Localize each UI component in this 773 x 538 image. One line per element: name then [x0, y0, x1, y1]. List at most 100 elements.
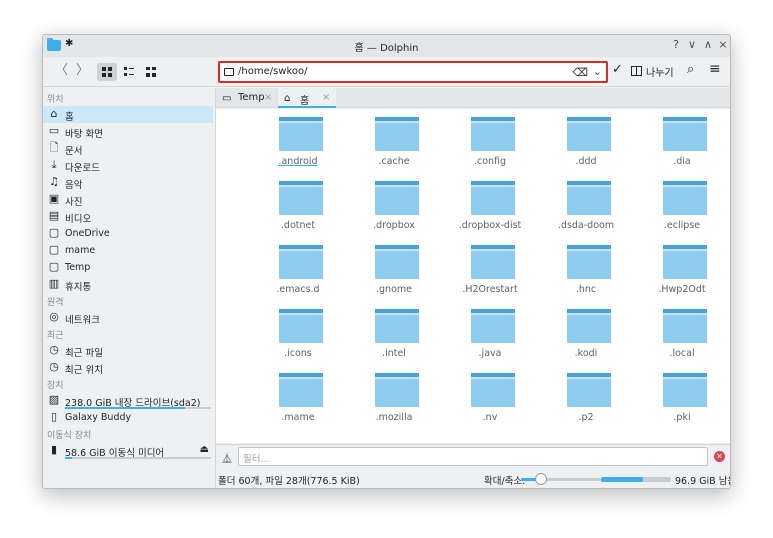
- folder-icon: [567, 181, 611, 215]
- sidebar-item[interactable]: ◷ 최근 파일: [43, 342, 213, 360]
- folder-name: .H2Orestart: [462, 284, 518, 295]
- folder-body: [375, 185, 419, 215]
- folder-item[interactable]: .emacs.d: [250, 239, 346, 305]
- folder-item[interactable]: .java: [442, 303, 538, 369]
- zoom-slider-handle[interactable]: [535, 473, 547, 485]
- folder-item[interactable]: .gnome: [346, 239, 442, 305]
- folder-item[interactable]: .local: [634, 303, 730, 369]
- folder-item[interactable]: .p2: [538, 367, 634, 433]
- minimize-button[interactable]: ∨: [685, 38, 699, 51]
- help-button[interactable]: ?: [669, 38, 683, 51]
- location-bar[interactable]: /home/swkoo/ ⌫ ⌄: [218, 61, 608, 83]
- sidebar-item[interactable]: ◷ 최근 위치: [43, 359, 213, 377]
- tab-label: Temp: [238, 92, 265, 103]
- close-button[interactable]: ×: [716, 38, 730, 51]
- close-tab-icon[interactable]: ×: [322, 92, 330, 103]
- folder-item[interactable]: .kodi: [538, 303, 634, 369]
- folder-item[interactable]: .dia: [634, 111, 730, 177]
- folder-item[interactable]: .cache: [346, 111, 442, 177]
- sidebar-item[interactable]: ⤓ 다운로드: [43, 157, 213, 175]
- folder-name: .java: [478, 348, 502, 359]
- filter-input[interactable]: 필터...: [238, 447, 708, 466]
- folder-item[interactable]: .mozilla: [346, 367, 442, 433]
- sidebar-item-label: 비디오: [65, 214, 92, 225]
- folder-item[interactable]: .config: [442, 111, 538, 177]
- sidebar-item[interactable]: ▣ 사진: [43, 191, 213, 209]
- folder-body: [279, 249, 323, 279]
- eject-icon[interactable]: ⏏: [200, 444, 209, 455]
- zoom-slider[interactable]: [521, 473, 601, 485]
- back-button[interactable]: 〈: [55, 64, 68, 78]
- sidebar-item[interactable]: ▨ 238.0 GiB 내장 드라이브(sda2): [43, 392, 213, 409]
- tab-home[interactable]: ⌂ 홈 ×: [278, 88, 336, 108]
- tab-temp[interactable]: ▭ Temp ×: [216, 88, 278, 108]
- sidebar-item[interactable]: 🗋 문서: [43, 140, 213, 158]
- sidebar-item-label: Galaxy Buddy: [65, 412, 132, 423]
- sidebar-item[interactable]: ▮ 58.6 GiB 이동식 미디어 ⏏: [43, 442, 213, 459]
- chevron-down-icon[interactable]: ⌄: [593, 65, 602, 78]
- details-view-button[interactable]: [141, 63, 161, 81]
- compact-view-button[interactable]: [119, 63, 139, 81]
- folder-body: [471, 249, 515, 279]
- folder-item[interactable]: .intel: [346, 303, 442, 369]
- sidebar-item-label: 음악: [65, 180, 83, 191]
- icons-view-button[interactable]: [97, 63, 117, 81]
- sidebar-item[interactable]: ▢ Temp: [43, 259, 213, 276]
- forward-button[interactable]: 〉: [76, 64, 89, 78]
- folder-name: .dia: [673, 156, 691, 167]
- clear-location-icon[interactable]: ⌫: [572, 66, 588, 79]
- folder-item[interactable]: .pki: [634, 367, 730, 433]
- location-input[interactable]: /home/swkoo/: [238, 66, 308, 77]
- free-space-label: 96.9 GiB 남음: [675, 476, 731, 487]
- home-icon: ⌂: [50, 107, 58, 120]
- folder-item[interactable]: .android: [250, 111, 346, 177]
- sidebar-item[interactable]: ♫ 음악: [43, 174, 213, 192]
- sidebar-item[interactable]: ▭ 바탕 화면: [43, 123, 213, 141]
- folder-item[interactable]: .nv: [442, 367, 538, 433]
- close-filter-icon[interactable]: ✕: [714, 451, 725, 462]
- folder-icon: [224, 68, 234, 76]
- folder-item[interactable]: .hnc: [538, 239, 634, 305]
- folder-icon: [279, 117, 323, 151]
- maximize-button[interactable]: ∧: [701, 38, 715, 51]
- sidebar-section-removable: 이동식 장치: [47, 431, 92, 441]
- sidebar-item[interactable]: ⌂ 홈: [43, 106, 213, 123]
- tab-label: 홈: [300, 96, 310, 107]
- folder-name: .ddd: [575, 156, 597, 167]
- sidebar-section-devices: 장치: [47, 381, 64, 391]
- folder-body: [279, 121, 323, 151]
- sidebar-item[interactable]: ▥ 휴지통: [43, 276, 213, 294]
- folder-item[interactable]: .ddd: [538, 111, 634, 177]
- sidebar-item[interactable]: ▢ mame: [43, 242, 213, 259]
- folder-item[interactable]: .H2Orestart: [442, 239, 538, 305]
- filter-icon: ⏅: [222, 454, 232, 465]
- folder-item[interactable]: .dsda-doom: [538, 175, 634, 241]
- folder-item[interactable]: .dropbox: [346, 175, 442, 241]
- folder-name: .intel: [382, 348, 406, 359]
- folder-item[interactable]: .dotnet: [250, 175, 346, 241]
- folder-body: [279, 185, 323, 215]
- folder-item[interactable]: .eclipse: [634, 175, 730, 241]
- sidebar-item[interactable]: ▢ OneDrive: [43, 225, 213, 242]
- folder-name: .dotnet: [280, 220, 316, 231]
- file-view[interactable]: .android .cache .config .ddd .dia .dotnet .dro…: [216, 109, 730, 443]
- folder-icon: [663, 181, 707, 215]
- drive-icon: ▨: [48, 393, 60, 406]
- music-icon: ♫: [49, 175, 59, 188]
- sidebar-item[interactable]: ▤ 비디오: [43, 208, 213, 226]
- folder-body: [567, 185, 611, 215]
- dolphin-window: ✱ 홈 — Dolphin ? ∨ ∧ × 〈 〉 /home/swkoo/ ⌫…: [42, 34, 731, 489]
- folder-item[interactable]: .icons: [250, 303, 346, 369]
- folder-body: [375, 313, 419, 343]
- hamburger-menu-button[interactable]: ≡: [709, 61, 721, 77]
- folder-item[interactable]: .Hwp2Odt: [634, 239, 730, 305]
- confirm-location-button[interactable]: ✓: [612, 62, 623, 77]
- sidebar-item[interactable]: ◎ 네트워크: [43, 309, 213, 327]
- free-space-bar[interactable]: [601, 477, 671, 482]
- search-button[interactable]: ⌕: [687, 62, 694, 77]
- folder-item[interactable]: .dropbox-dist: [442, 175, 538, 241]
- sidebar-item[interactable]: ▯ Galaxy Buddy: [43, 409, 213, 426]
- close-tab-icon[interactable]: ×: [264, 92, 272, 103]
- details-view-icon: [146, 67, 156, 77]
- folder-item[interactable]: .mame: [250, 367, 346, 433]
